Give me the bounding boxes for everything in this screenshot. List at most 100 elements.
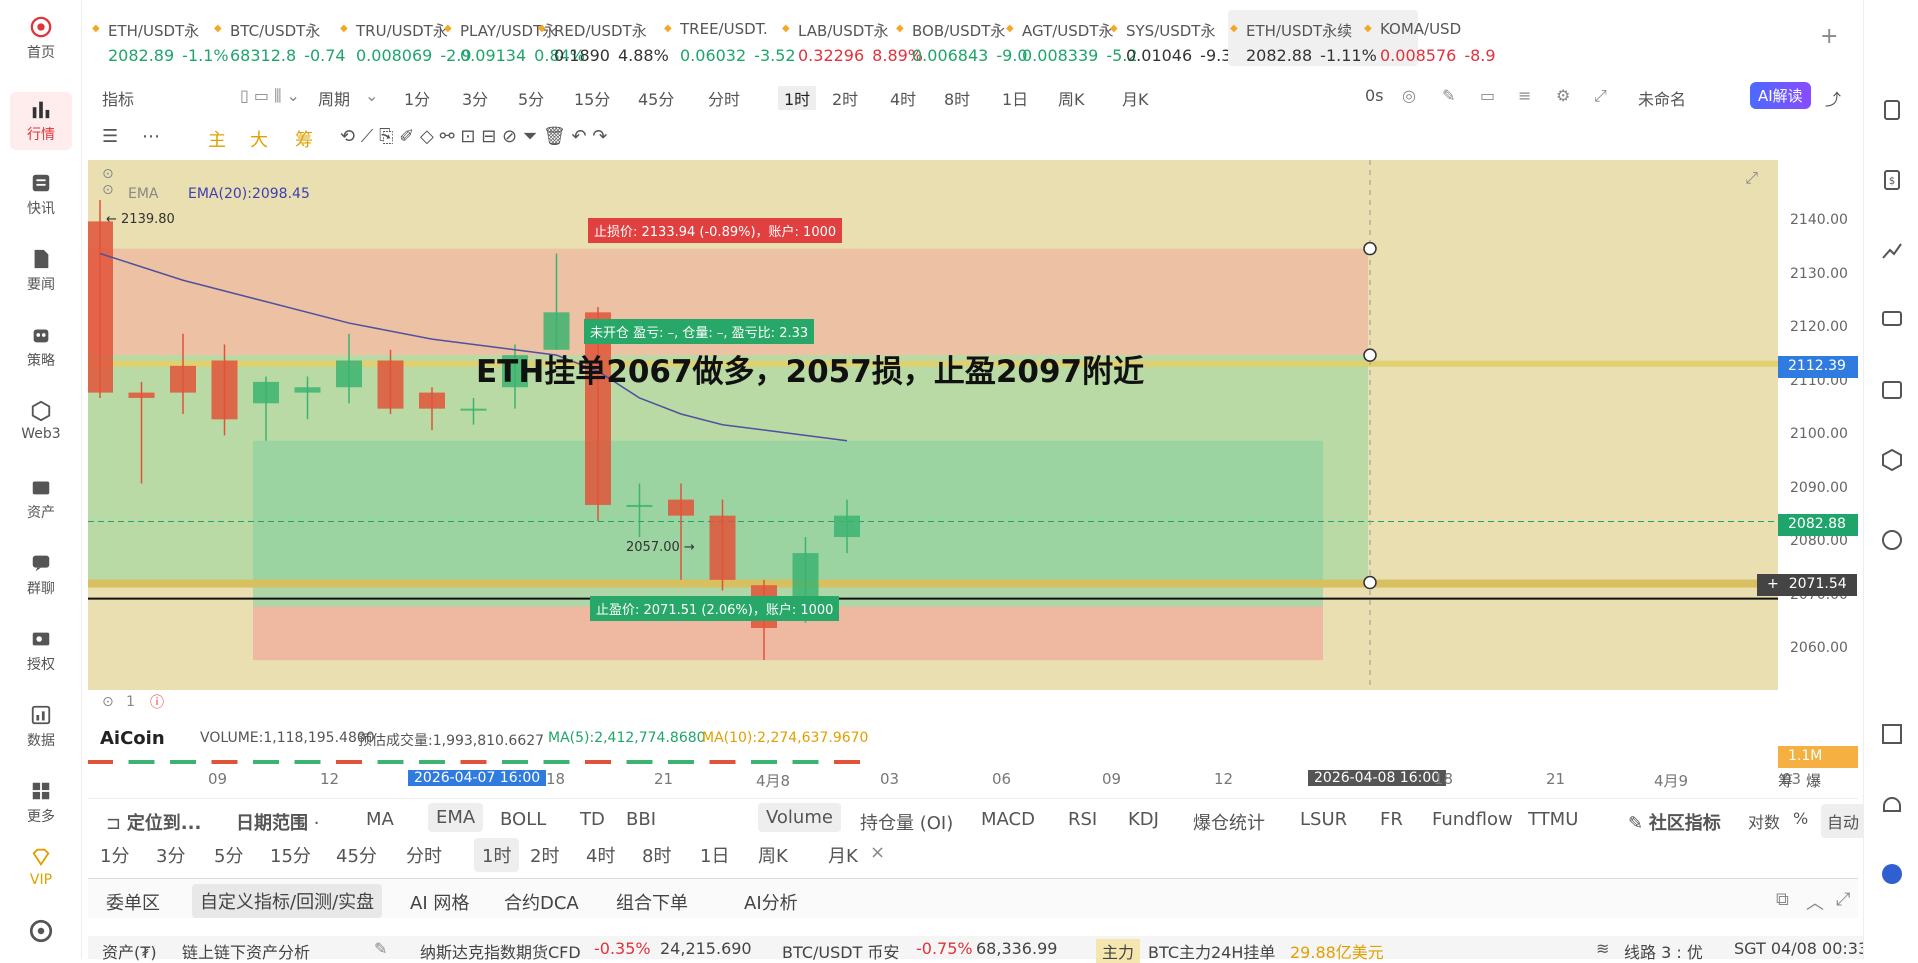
period-row-tab[interactable]: 5分 bbox=[214, 842, 243, 868]
period-row-tab[interactable]: 3分 bbox=[156, 842, 185, 868]
period-row-tab[interactable]: 4时 bbox=[586, 842, 615, 868]
liquidation-corner-button[interactable]: 爆 bbox=[1806, 770, 1821, 791]
period-tab[interactable]: 3分 bbox=[462, 86, 488, 110]
bottom-tab[interactable]: 自定义指标/回测/实盘 bbox=[192, 884, 383, 918]
expand-icon[interactable]: ⤢ bbox=[1745, 168, 1758, 188]
pen-icon[interactable]: ✎ bbox=[1442, 86, 1455, 105]
asset-label[interactable]: 资产(₮) bbox=[102, 939, 157, 963]
stop-loss-label[interactable]: 止损价: 2133.94 (-0.89%)，账户: 1000 bbox=[588, 218, 843, 243]
price-chart[interactable]: ⊙ ⊙ EMA EMA(20):2098.45 ← 2139.80 2057.00… bbox=[88, 160, 1778, 690]
line-status[interactable]: 线路 3 : 优 bbox=[1624, 939, 1703, 963]
drag-handle[interactable] bbox=[1363, 241, 1377, 256]
main-indicator-tab[interactable]: BBI bbox=[626, 809, 656, 830]
popout-icon[interactable]: ⧉ bbox=[1776, 889, 1789, 910]
period-row-tab[interactable]: 45分 bbox=[336, 842, 377, 868]
main-indicator-tab[interactable]: MA bbox=[366, 809, 394, 830]
sidebar-item-assets[interactable]: 资产 bbox=[0, 476, 82, 522]
bottom-tab[interactable]: AI 网格 bbox=[410, 889, 469, 915]
sidebar-item-web3[interactable]: Web3 bbox=[0, 400, 82, 442]
large-order-button[interactable]: 大 bbox=[250, 126, 268, 152]
draw-tools-icons[interactable]: ⟲ ⟋ ⎘ ✐ ◇ ⚯ ⊡ ⊟ ⊘ ⏷ 🗑 ↶ ↷ bbox=[340, 126, 607, 147]
sub-indicator-tab[interactable]: TTMU bbox=[1528, 809, 1578, 830]
nasdaq-name[interactable]: 纳斯达克指数期货CFD bbox=[420, 939, 581, 963]
ticker-item[interactable]: SYS/USDT永 0.01046-9.36 bbox=[1108, 10, 1248, 66]
period-row-tab[interactable]: 15分 bbox=[270, 842, 311, 868]
settings-icon[interactable] bbox=[28, 918, 54, 944]
add-ticker-button[interactable]: + bbox=[1820, 24, 1838, 49]
bottom-tab[interactable]: AI分析 bbox=[744, 889, 798, 915]
avatar-icon[interactable] bbox=[1880, 862, 1904, 886]
period-row-tab[interactable]: 1日 bbox=[700, 842, 729, 868]
share-icon[interactable]: ⤴ bbox=[1825, 86, 1841, 110]
period-row-tab[interactable]: 分时 bbox=[406, 842, 442, 868]
ticker-item[interactable]: KOMA/USD 0.008576 -8.9 bbox=[1362, 10, 1502, 66]
camera-icon[interactable]: ◎ bbox=[1402, 86, 1416, 105]
period-tab[interactable]: 2时 bbox=[832, 86, 858, 110]
alert-icon[interactable]: ⓘ bbox=[150, 692, 164, 712]
ticker-item[interactable]: ETH/USDT永 2082.89-1.1% bbox=[90, 10, 230, 66]
sub-indicator-tab[interactable]: KDJ bbox=[1128, 809, 1159, 830]
log-toggle[interactable]: 对数 bbox=[1748, 809, 1780, 833]
period-row-tab[interactable]: 1时 bbox=[474, 838, 520, 872]
period-row-tab[interactable]: 2时 bbox=[530, 842, 559, 868]
period-tab[interactable]: 1分 bbox=[404, 86, 430, 110]
candle-chart-svg[interactable] bbox=[88, 160, 1778, 690]
main-indicator-tab[interactable]: TD bbox=[580, 809, 605, 830]
main-force-button[interactable]: 主 bbox=[208, 126, 226, 152]
take-profit-label[interactable]: 止盈价: 2071.51 (2.06%)，账户: 1000 bbox=[590, 596, 840, 621]
sub-indicator-tab[interactable]: MACD bbox=[981, 809, 1035, 830]
period-tab[interactable]: 1时 bbox=[778, 86, 817, 110]
period-tab[interactable]: 1日 bbox=[1002, 86, 1028, 110]
period-row-tab[interactable]: 8时 bbox=[642, 842, 671, 868]
period-row-tab[interactable]: 月K bbox=[828, 842, 858, 868]
sub-indicator-tab[interactable]: Volume bbox=[758, 803, 841, 832]
window-icon[interactable]: ▭ bbox=[1480, 86, 1495, 105]
bottom-tab[interactable]: 组合下单 bbox=[616, 889, 688, 915]
collapse-up-icon[interactable]: ︿ bbox=[1806, 889, 1824, 915]
period-tab[interactable]: 5分 bbox=[518, 86, 544, 110]
sub-indicator-tab[interactable]: LSUR bbox=[1300, 809, 1347, 830]
community-indicator-button[interactable]: ✎ 社区指标 bbox=[1628, 809, 1721, 835]
percent-toggle[interactable]: % bbox=[1793, 809, 1808, 828]
period-tab[interactable]: 45分 bbox=[638, 86, 674, 110]
period-row-tab[interactable]: 周K bbox=[758, 842, 788, 868]
layout-dropdown[interactable]: 未命名 bbox=[1638, 86, 1686, 110]
close-icon[interactable]: × bbox=[870, 842, 885, 863]
fullscreen-icon[interactable]: ⤢ bbox=[1594, 86, 1607, 106]
btc-name[interactable]: BTC/USDT 币安 bbox=[782, 939, 899, 963]
list-icon[interactable]: ≡ bbox=[1518, 86, 1531, 105]
collapse-icons[interactable]: ⊙ ⊙ bbox=[102, 166, 114, 198]
period-tab[interactable]: 月K bbox=[1122, 86, 1149, 110]
period-tab[interactable]: 15分 bbox=[574, 86, 610, 110]
period-row-tab[interactable]: 1分 bbox=[100, 842, 129, 868]
headset-icon[interactable] bbox=[1880, 792, 1904, 816]
hexagon-icon[interactable] bbox=[1880, 448, 1904, 472]
gear-icon[interactable]: ⚙ bbox=[1556, 86, 1570, 105]
sidebar-item-flash[interactable]: 快讯 bbox=[0, 172, 82, 218]
period-tab[interactable]: 周K bbox=[1058, 86, 1085, 110]
ticker-item[interactable]: BTC/USDT永 68312.8-0.74 bbox=[212, 10, 352, 66]
sidebar-item-chat[interactable]: 群聊 bbox=[0, 552, 82, 598]
exchange-icon[interactable] bbox=[1880, 528, 1904, 552]
main-indicator-tab[interactable]: EMA bbox=[428, 803, 484, 832]
sub-indicator-tab[interactable]: Fundflow bbox=[1432, 809, 1513, 830]
position-label[interactable]: 未开仓 盈亏: –, 仓量: –, 盈亏比: 2.33 bbox=[584, 319, 815, 344]
main-indicator-tab[interactable]: BOLL bbox=[500, 809, 546, 830]
period-tab[interactable]: 分时 bbox=[708, 86, 740, 110]
sidebar-item-strategy[interactable]: 策略 bbox=[0, 324, 82, 370]
settings-lines-icon[interactable]: ☰ bbox=[102, 126, 118, 147]
sub-indicator-tab[interactable]: 爆仓统计 bbox=[1193, 809, 1265, 835]
sub-indicator-tab[interactable]: RSI bbox=[1068, 809, 1097, 830]
sidebar-item-more[interactable]: 更多 bbox=[0, 780, 82, 826]
drag-handle[interactable] bbox=[1363, 575, 1377, 590]
sidebar-item-headlines[interactable]: 要闻 bbox=[0, 248, 82, 294]
panel-collapse-icon[interactable]: ⊙ bbox=[102, 694, 114, 710]
sidebar-item-data[interactable]: 数据 bbox=[0, 704, 82, 750]
sidebar-item-home[interactable]: 首页 bbox=[0, 16, 82, 62]
period-tab[interactable]: 8时 bbox=[944, 86, 970, 110]
sidebar-item-vip[interactable]: VIP bbox=[0, 846, 82, 888]
dollar-icon[interactable]: $ bbox=[1880, 168, 1904, 192]
asset-analysis-link[interactable]: 链上链下资产分析 bbox=[182, 939, 310, 963]
etf-icon[interactable] bbox=[1880, 378, 1904, 402]
plus-icon[interactable]: + bbox=[1767, 576, 1779, 592]
